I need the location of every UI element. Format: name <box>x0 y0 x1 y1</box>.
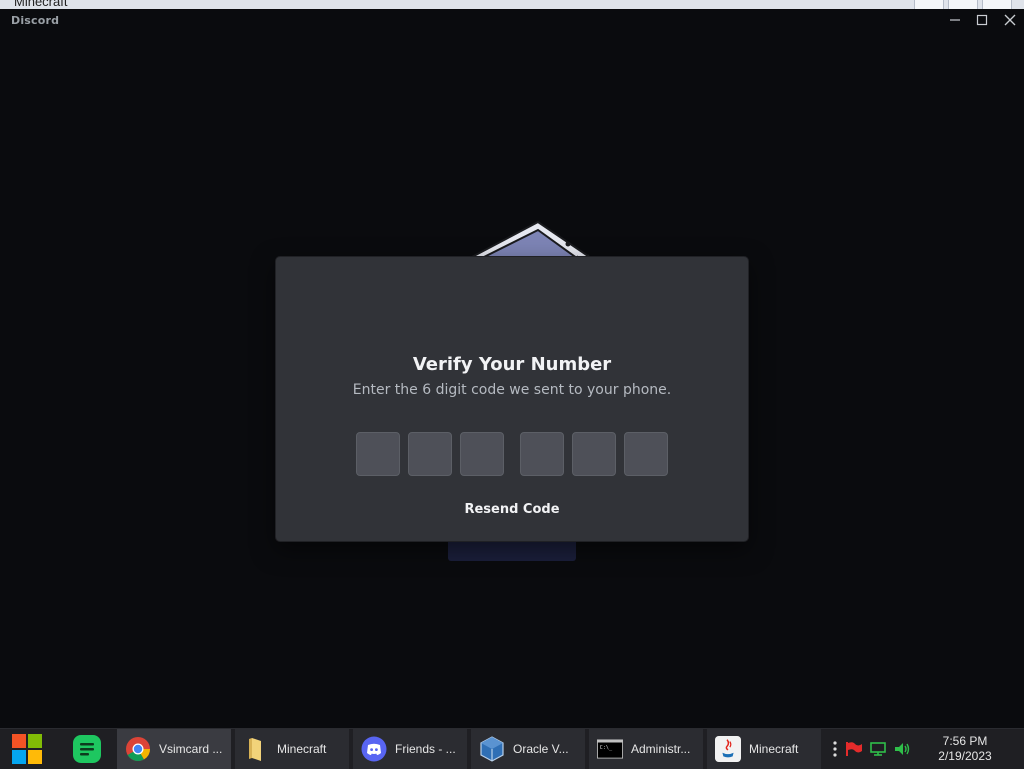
taskbar-item-java[interactable]: Minecraft <box>707 729 821 769</box>
taskbar-item-discord[interactable]: Friends - ... <box>353 729 467 769</box>
taskbar-item-chrome[interactable]: Vsimcard ... <box>117 729 231 769</box>
minimize-icon <box>950 19 960 21</box>
taskbar-item-label: Friends - ... <box>395 742 456 756</box>
notes-app-icon <box>73 735 101 763</box>
app-title: Discord <box>11 14 60 27</box>
discord-icon <box>361 736 387 762</box>
resend-code-link[interactable]: Resend Code <box>276 502 748 517</box>
virtualbox-icon <box>479 736 505 762</box>
code-digit-6-input[interactable] <box>624 432 668 476</box>
code-digit-4-input[interactable] <box>520 432 564 476</box>
code-input-group <box>356 432 668 476</box>
taskbar-item-cmd[interactable]: C:\_ Administr... <box>589 729 703 769</box>
taskbar: Vsimcard ... Minecraft Friends - ... Ora… <box>0 728 1024 769</box>
close-button[interactable] <box>996 10 1024 30</box>
maximize-icon <box>976 14 988 26</box>
taskbar-item-label: Oracle V... <box>513 742 569 756</box>
code-digit-5-input[interactable] <box>572 432 616 476</box>
taskbar-item-folder[interactable]: Minecraft <box>235 729 349 769</box>
action-center-flag-icon[interactable] <box>842 729 866 769</box>
network-icon[interactable] <box>866 729 890 769</box>
code-digit-1-input[interactable] <box>356 432 400 476</box>
code-digit-2-input[interactable] <box>408 432 452 476</box>
modal-subtitle: Enter the 6 digit code we sent to your p… <box>352 382 672 398</box>
verify-number-modal: Verify Your Number Enter the 6 digit cod… <box>276 257 748 541</box>
taskbar-item-label: Administr... <box>631 742 691 756</box>
background-window-title: Minecraft <box>14 0 68 9</box>
close-icon <box>1004 14 1016 26</box>
overflow-menu-icon[interactable] <box>828 729 842 769</box>
taskbar-item-label: Minecraft <box>749 742 799 756</box>
cmd-icon: C:\_ <box>597 736 623 762</box>
clock-time: 7:56 PM <box>942 734 988 748</box>
taskbar-item-label: Minecraft <box>277 742 327 756</box>
volume-icon[interactable] <box>890 729 914 769</box>
clock-date: 2/19/2023 <box>938 749 992 763</box>
system-clock[interactable]: 7:56 PM 2/19/2023 <box>914 729 1016 769</box>
java-icon <box>715 736 741 762</box>
svg-text:C:\_: C:\_ <box>600 745 613 751</box>
minimize-button[interactable] <box>941 10 969 30</box>
title-bar: Discord <box>0 9 1024 31</box>
start-button[interactable] <box>0 729 54 769</box>
taskbar-item-label: Vsimcard ... <box>159 742 223 756</box>
windows-logo-icon <box>12 734 42 764</box>
taskbar-item-virtualbox[interactable]: Oracle V... <box>471 729 585 769</box>
modal-title: Verify Your Number <box>412 354 612 375</box>
pinned-notes-app[interactable] <box>72 729 102 769</box>
chrome-icon <box>125 736 151 762</box>
discord-window: Discord Verify Your Number Enter the 6 d… <box>0 9 1024 728</box>
maximize-button[interactable] <box>968 10 996 30</box>
system-tray <box>828 729 914 769</box>
folder-icon <box>243 736 269 762</box>
code-digit-3-input[interactable] <box>460 432 504 476</box>
